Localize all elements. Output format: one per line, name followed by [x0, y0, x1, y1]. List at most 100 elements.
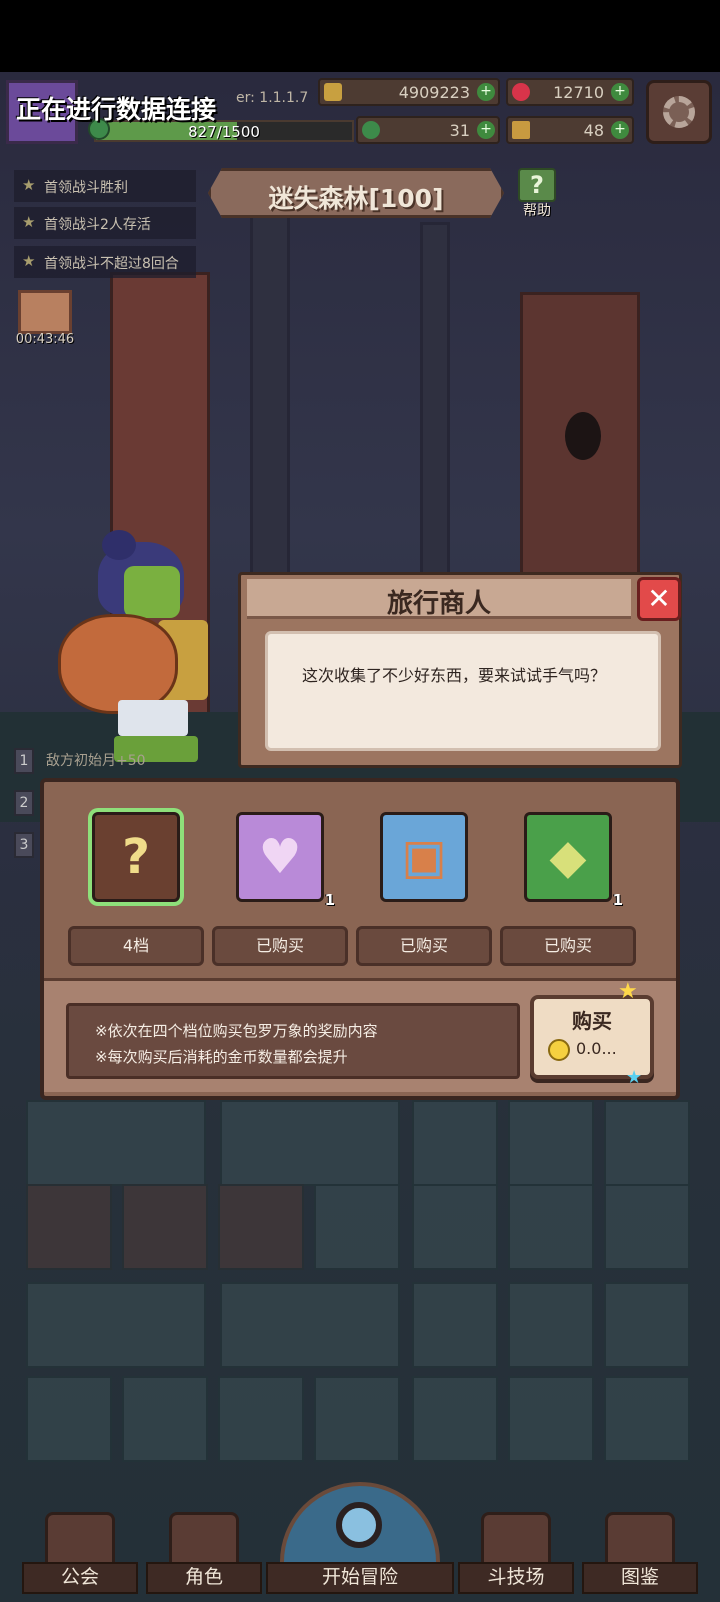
add-key-button[interactable]: +	[611, 121, 629, 139]
shop-slot-3[interactable]: ▣ 已购买	[354, 812, 494, 972]
map-cell[interactable]	[604, 1100, 690, 1186]
question-icon: ?	[518, 168, 556, 202]
coin-icon	[548, 1039, 570, 1061]
clover-value: 31	[449, 121, 470, 140]
close-icon: ✕	[647, 582, 671, 615]
nav-arena[interactable]: 斗技场	[458, 1500, 574, 1602]
slot-frame: ◆ 1	[524, 812, 623, 909]
magnify-icon	[336, 1502, 382, 1548]
stage-title: 迷失森林[100]	[268, 184, 444, 213]
connecting-text: 正在进行数据连接	[16, 95, 217, 124]
shop-slot-4[interactable]: ◆ 1 已购买	[498, 812, 638, 972]
help-button[interactable]: ? 帮助	[514, 166, 560, 220]
map-cell[interactable]	[604, 1376, 690, 1462]
settings-button[interactable]	[646, 80, 712, 144]
status-bar	[0, 0, 720, 72]
map-cell[interactable]	[508, 1282, 594, 1368]
map-cell[interactable]	[220, 1100, 400, 1186]
shop-slot-2[interactable]: ♥ 1 已购买	[210, 812, 350, 972]
buy-price: 0.0...	[576, 1039, 617, 1058]
gold-counter[interactable]: 4909223 +	[318, 78, 500, 106]
map-cell[interactable]	[220, 1282, 400, 1368]
map-cell[interactable]	[26, 1184, 112, 1270]
slot-frame: ▣	[380, 812, 468, 902]
gift-box[interactable]: 00:43:46	[14, 286, 76, 352]
buy-label: 购买	[572, 1009, 612, 1033]
quest-item: ★ 首领战斗胜利	[14, 170, 196, 202]
green-crystal-icon: ◆	[549, 829, 587, 885]
bottom-nav: 公会 角色 开始冒险 斗技场 图鉴	[0, 1482, 720, 1602]
map-cell[interactable]	[604, 1184, 690, 1270]
quest-text: 首领战斗不超过8回合	[44, 256, 179, 272]
sparkle-icon: ★	[626, 1067, 643, 1088]
info-line: ※每次购买后消耗的金币数量都会提升	[95, 1048, 348, 1066]
map-cell[interactable]	[122, 1184, 208, 1270]
gear-icon	[663, 96, 695, 128]
map-cell[interactable]	[218, 1376, 304, 1462]
gold-icon	[324, 83, 342, 101]
map-grid	[26, 1100, 702, 1470]
map-cell[interactable]	[26, 1100, 206, 1186]
map-cell[interactable]	[314, 1376, 400, 1462]
add-clover-button[interactable]: +	[477, 121, 495, 139]
slot-status: 已购买	[500, 926, 636, 966]
effect-text: 敌方初始月+50	[46, 753, 146, 769]
map-cell[interactable]	[508, 1100, 594, 1186]
info-strip: ※依次在四个档位购买包罗万象的奖励内容 ※每次购买后消耗的金币数量都会提升 购买…	[44, 978, 676, 1092]
map-cell[interactable]	[604, 1282, 690, 1368]
nav-label: 斗技场	[458, 1562, 574, 1594]
item-count: 1	[324, 891, 335, 909]
map-cell[interactable]	[508, 1376, 594, 1462]
info-line: ※依次在四个档位购买包罗万象的奖励内容	[95, 1022, 378, 1040]
star-icon: ★	[22, 252, 36, 270]
map-cell[interactable]	[508, 1184, 594, 1270]
dialog-body: 这次收集了不少好东西，要来试试手气吗？	[265, 631, 661, 751]
list-number: 1	[14, 748, 34, 774]
quest-text: 首领战斗2人存活	[44, 217, 151, 233]
merchant-bun	[102, 530, 136, 560]
nav-guild[interactable]: 公会	[22, 1500, 138, 1602]
map-cell[interactable]	[122, 1376, 208, 1462]
map-cell[interactable]	[412, 1184, 498, 1270]
map-cell[interactable]	[412, 1282, 498, 1368]
stage-banner[interactable]: 迷失森林[100]	[208, 168, 504, 218]
sparkle-icon: ★	[618, 979, 638, 1004]
add-gold-button[interactable]: +	[477, 83, 495, 101]
shop-slot-1[interactable]: ? 4档	[66, 812, 206, 972]
heart-gem-icon: ♥	[258, 829, 302, 885]
merchant-character	[58, 530, 228, 770]
quest-item: ★ 首领战斗不超过8回合	[14, 246, 196, 278]
gem-counter[interactable]: 12710 +	[506, 78, 634, 106]
nav-label: 图鉴	[582, 1562, 698, 1594]
info-box: ※依次在四个档位购买包罗万象的奖励内容 ※每次购买后消耗的金币数量都会提升	[66, 1003, 520, 1079]
dialog-message: 这次收集了不少好东西，要来试试手气吗？	[302, 666, 607, 685]
map-cell[interactable]	[26, 1282, 206, 1368]
scroll-icon: ▣	[401, 829, 447, 885]
map-cell[interactable]	[218, 1184, 304, 1270]
merchant-face	[124, 566, 180, 618]
nav-start-adventure[interactable]: 开始冒险	[266, 1482, 454, 1602]
question-icon: ?	[122, 829, 150, 885]
map-cell[interactable]	[412, 1100, 498, 1186]
merchant-dialog: 旅行商人 ✕ 这次收集了不少好东西，要来试试手气吗？	[238, 572, 682, 768]
nav-codex[interactable]: 图鉴	[582, 1500, 698, 1602]
map-cell[interactable]	[26, 1376, 112, 1462]
close-button[interactable]: ✕	[637, 577, 681, 621]
map-cell[interactable]	[412, 1376, 498, 1462]
gift-timer: 00:43:46	[15, 332, 75, 347]
list-number: 2	[14, 790, 34, 816]
slot-frame: ?	[92, 812, 180, 902]
map-cell[interactable]	[314, 1184, 400, 1270]
clover-counter[interactable]: 31 +	[356, 116, 500, 144]
key-counter[interactable]: 48 +	[506, 116, 634, 144]
add-gem-button[interactable]: +	[611, 83, 629, 101]
nav-label: 公会	[22, 1562, 138, 1594]
merchant-backpack	[58, 614, 178, 714]
star-icon: ★	[22, 213, 36, 231]
nav-character[interactable]: 角色	[146, 1500, 262, 1602]
gem-value: 12710	[553, 83, 604, 102]
quest-text: 首领战斗胜利	[44, 180, 128, 196]
gift-icon	[18, 290, 72, 334]
key-value: 48	[583, 121, 604, 140]
shop-panel: ? 4档 ♥ 1 已购买 ▣ 已购买 ◆ 1 已购买 ※依次在四个档位购买包罗万…	[40, 778, 680, 1100]
